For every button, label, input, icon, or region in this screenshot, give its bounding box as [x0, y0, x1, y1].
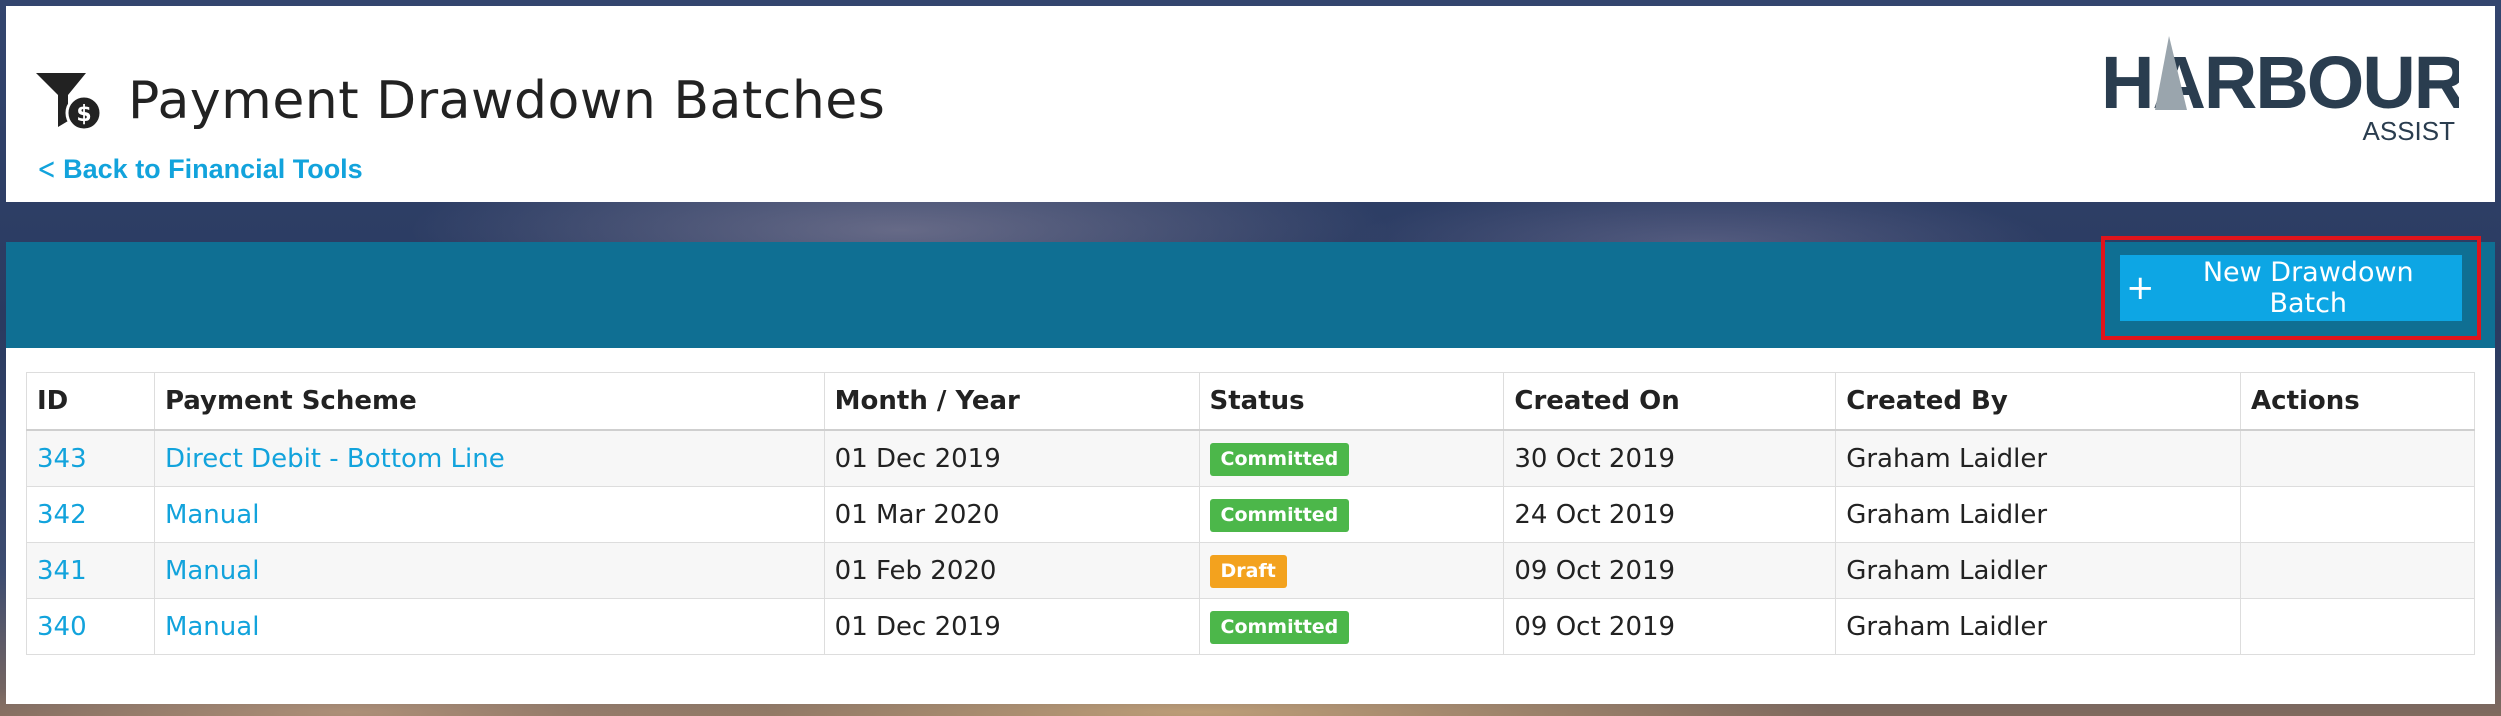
row-created-by: Graham Laidler	[1835, 486, 2242, 543]
row-created-on: 24 Oct 2019	[1503, 486, 1837, 543]
row-scheme-link[interactable]: Manual	[153, 598, 825, 655]
table-panel: ID Payment Scheme Month / Year Status Cr…	[6, 348, 2495, 704]
row-scheme-link[interactable]: Manual	[153, 542, 825, 599]
table-row: 341 Manual 01 Feb 2020 Draft 09 Oct 2019…	[26, 542, 2475, 599]
row-status-cell: Committed	[1198, 429, 1505, 487]
row-id-link[interactable]: 343	[26, 429, 155, 487]
row-scheme-link[interactable]: Manual	[153, 486, 825, 543]
row-month-year: 01 Feb 2020	[823, 542, 1200, 599]
page-title: Payment Drawdown Batches	[128, 71, 886, 131]
column-header-payment-scheme[interactable]: Payment Scheme	[153, 372, 825, 431]
status-badge: Committed	[1209, 442, 1350, 476]
chevron-left-icon: <	[37, 152, 56, 187]
row-actions	[2240, 598, 2475, 655]
row-month-year: 01 Dec 2019	[823, 429, 1200, 487]
table-header-row: ID Payment Scheme Month / Year Status Cr…	[26, 372, 2475, 431]
back-link-label: Back to Financial Tools	[63, 154, 363, 184]
column-header-actions: Actions	[2240, 372, 2475, 431]
logo-sub-text: ASSIST	[2363, 116, 2456, 146]
svg-text:$: $	[76, 102, 91, 127]
row-id-link[interactable]: 342	[26, 486, 155, 543]
new-drawdown-batch-button[interactable]: + New Drawdown Batch	[2120, 255, 2462, 321]
row-created-on: 09 Oct 2019	[1503, 542, 1837, 599]
column-header-created-on[interactable]: Created On	[1503, 372, 1837, 431]
harbour-assist-logo: HARBOUR ASSIST	[2101, 36, 2459, 146]
table-row: 340 Manual 01 Dec 2019 Committed 09 Oct …	[26, 598, 2475, 655]
toolbar: + New Drawdown Batch	[6, 236, 2495, 348]
new-batch-highlight-box: + New Drawdown Batch	[2101, 236, 2481, 340]
column-header-id[interactable]: ID	[26, 372, 155, 431]
drawdown-batches-table: ID Payment Scheme Month / Year Status Cr…	[26, 372, 2475, 655]
row-created-by: Graham Laidler	[1835, 429, 2242, 487]
funnel-dollar-icon: $	[36, 73, 103, 132]
row-id-link[interactable]: 340	[26, 598, 155, 655]
column-header-status[interactable]: Status	[1198, 372, 1505, 431]
row-status-cell: Committed	[1198, 598, 1505, 655]
row-created-on: 30 Oct 2019	[1503, 429, 1837, 487]
new-batch-label: New Drawdown Batch	[2202, 257, 2414, 319]
status-badge: Committed	[1209, 498, 1350, 532]
column-header-month-year[interactable]: Month / Year	[823, 372, 1200, 431]
row-actions	[2240, 486, 2475, 543]
row-actions	[2240, 542, 2475, 599]
row-month-year: 01 Mar 2020	[823, 486, 1200, 543]
title-row: $ Payment Drawdown Batches	[34, 66, 885, 136]
row-created-on: 09 Oct 2019	[1503, 598, 1837, 655]
row-month-year: 01 Dec 2019	[823, 598, 1200, 655]
table-row: 343 Direct Debit - Bottom Line 01 Dec 20…	[26, 429, 2475, 487]
row-id-link[interactable]: 341	[26, 542, 155, 599]
row-created-by: Graham Laidler	[1835, 542, 2242, 599]
page-header: $ Payment Drawdown Batches < Back to Fin…	[6, 6, 2495, 202]
status-badge: Draft	[1209, 554, 1287, 588]
column-header-created-by[interactable]: Created By	[1835, 372, 2242, 431]
row-status-cell: Committed	[1198, 486, 1505, 543]
row-created-by: Graham Laidler	[1835, 598, 2242, 655]
status-badge: Committed	[1209, 610, 1350, 644]
table-row: 342 Manual 01 Mar 2020 Committed 24 Oct …	[26, 486, 2475, 543]
row-status-cell: Draft	[1198, 542, 1505, 599]
plus-icon: +	[2126, 268, 2155, 308]
logo-main-text: HARBOUR	[2101, 41, 2459, 124]
back-link[interactable]: < Back to Financial Tools	[34, 152, 363, 187]
row-scheme-link[interactable]: Direct Debit - Bottom Line	[153, 429, 825, 487]
row-actions	[2240, 429, 2475, 487]
